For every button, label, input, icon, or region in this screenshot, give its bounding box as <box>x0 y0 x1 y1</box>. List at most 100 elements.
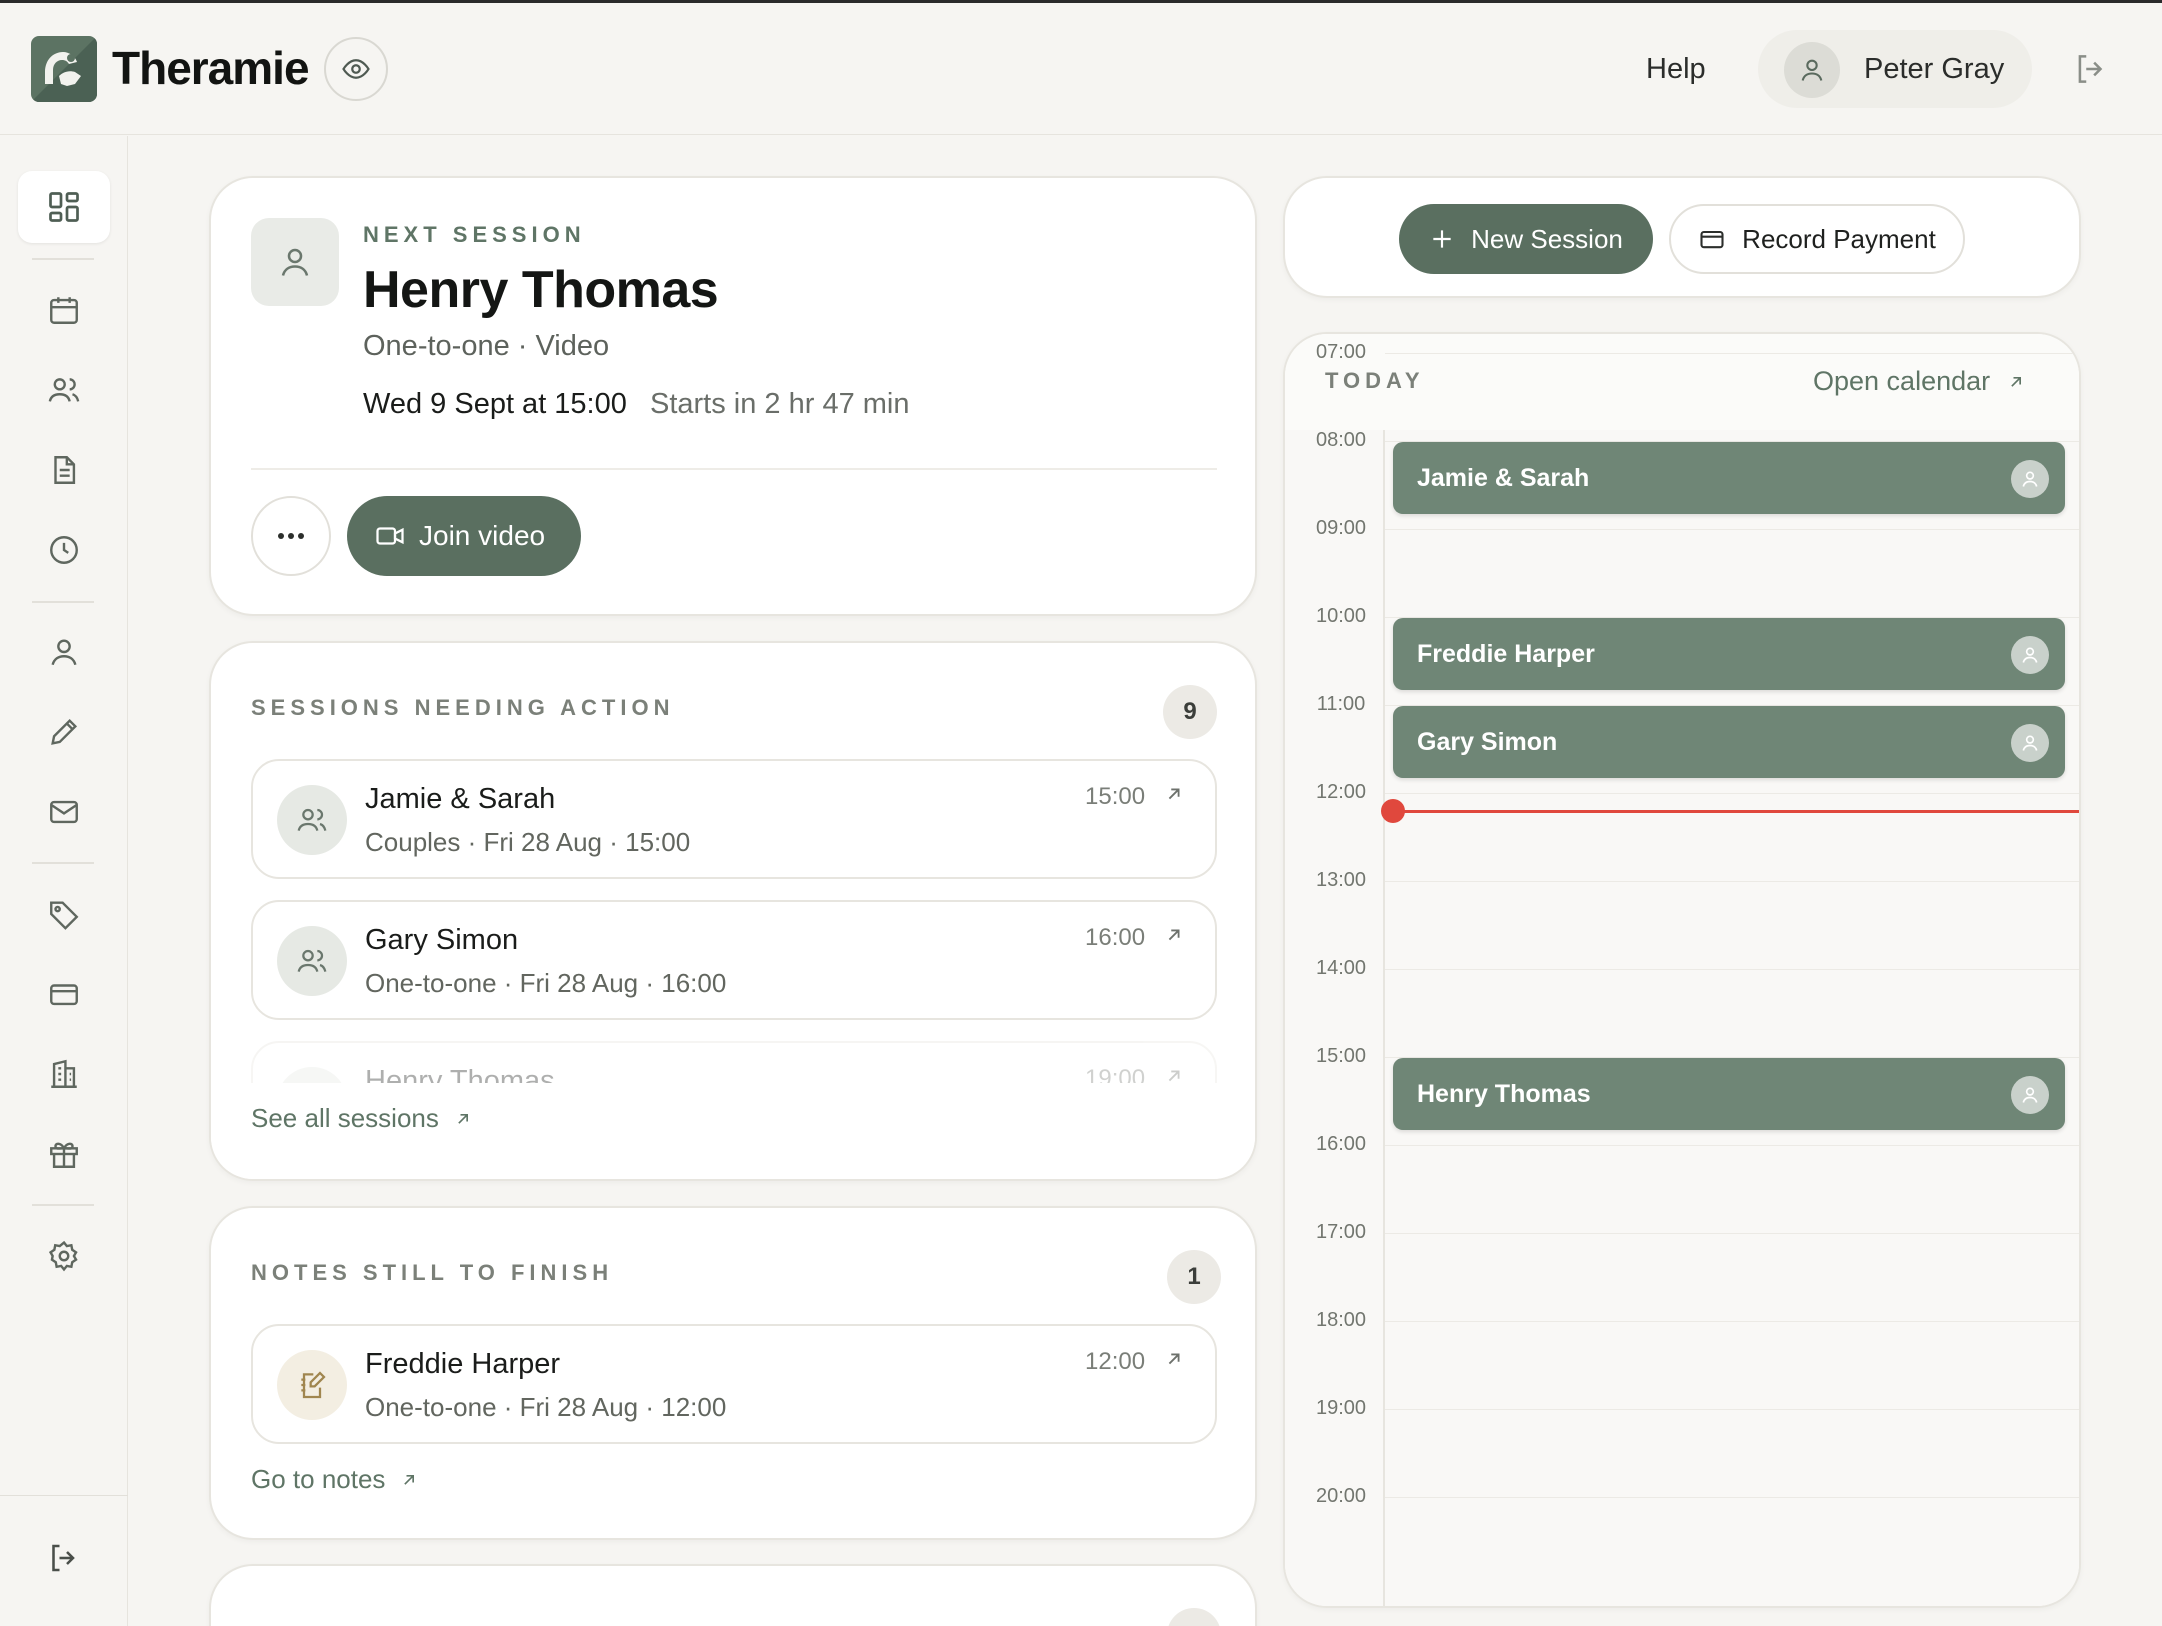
help-link[interactable]: Help <box>1646 53 1706 86</box>
sidebar-item-clients[interactable] <box>18 354 110 426</box>
today-calendar-card: Today Open calendar 07:00 08:00 09:00 10:00… <box>1283 332 2081 1608</box>
link-label: Go to notes <box>251 1464 386 1494</box>
count-badge: 9 <box>1163 685 1217 739</box>
hour-line <box>1385 793 2079 794</box>
sidebar-item-settings[interactable] <box>18 1220 110 1292</box>
hour-line <box>1385 1233 2079 1234</box>
calendar-event[interactable]: Henry Thomas <box>1393 1058 2065 1130</box>
join-video-button[interactable]: Join video <box>347 496 581 576</box>
pencil-icon <box>51 718 78 745</box>
hour-label: 14:00 <box>1315 957 1367 979</box>
hour-label: 16:00 <box>1315 1133 1367 1155</box>
eye-icon <box>342 59 370 79</box>
dashboard-icon <box>49 192 79 222</box>
gift-icon <box>50 1142 78 1168</box>
user-icon <box>2011 636 2049 674</box>
arrow-up-right-icon <box>458 1113 468 1124</box>
next-session-card: Next Session Henry Thomas One-to-one · V… <box>209 176 1257 616</box>
record-payment-label: Record Payment <box>1742 223 1936 254</box>
calendar-grid[interactable]: 07:00 08:00 09:00 10:00 11:00 12:00 13:00 14:00… <box>1285 341 2079 1606</box>
document-icon <box>54 456 76 484</box>
event-title: Gary Simon <box>1417 727 1558 756</box>
credit-card-icon <box>1700 230 1724 249</box>
sessions-needing-action-card: Sessions Needing Action 9 Jamie & Sarah … <box>209 641 1257 1181</box>
avatar <box>277 926 347 996</box>
hour-label: 19:00 <box>1315 1397 1367 1419</box>
next-session-countdown: Starts in 2 hr 47 min <box>650 388 910 420</box>
sidebar-item-practice[interactable] <box>18 1038 110 1110</box>
sidebar-item-calendar[interactable] <box>18 274 110 346</box>
notebook-pen-icon <box>301 1371 326 1399</box>
logout-button[interactable] <box>2072 50 2110 93</box>
next-session-label: Next Session <box>363 222 586 247</box>
user-icon <box>2011 1076 2049 1114</box>
event-title: Freddie Harper <box>1417 639 1595 668</box>
hour-line <box>1385 881 2079 882</box>
calendar-icon <box>50 297 78 324</box>
hour-label: 10:00 <box>1315 605 1367 627</box>
new-session-label: New Session <box>1471 223 1623 254</box>
notes-to-finish-card: Notes Still To Finish 1 Freddie Harper O… <box>209 1206 1257 1540</box>
current-time-dot <box>1381 798 1405 823</box>
session-time: 15:00 <box>1085 783 1146 810</box>
calendar-event[interactable]: Jamie & Sarah <box>1393 442 2065 514</box>
open-calendar-link[interactable]: Open calendar <box>1813 366 2026 397</box>
hour-line <box>1385 969 2079 970</box>
list-item[interactable]: Jamie & Sarah Couples · Fri 28 Aug · 15:… <box>251 759 1217 879</box>
user-menu-button[interactable]: Peter Gray <box>1758 30 2032 108</box>
sidebar-divider <box>32 258 94 260</box>
more-horizontal-icon <box>278 533 304 539</box>
user-icon <box>1801 59 1823 81</box>
hour-line <box>1385 1409 2079 1410</box>
list-item[interactable]: Gary Simon One-to-one · Fri 28 Aug · 16:… <box>251 900 1217 1020</box>
top-bar: Theramie Help Peter Gray <box>0 3 2162 135</box>
go-to-notes-link[interactable]: Go to notes <box>251 1464 419 1495</box>
calendar-event[interactable]: Gary Simon <box>1393 706 2065 778</box>
calendar-event[interactable]: Freddie Harper <box>1393 618 2065 690</box>
hour-line <box>1385 529 2079 530</box>
settings-icon <box>48 1240 78 1272</box>
sidebar-item-messages[interactable] <box>18 776 110 848</box>
building-icon <box>51 1059 77 1088</box>
sidebar-divider <box>32 1204 94 1206</box>
sidebar-item-tags[interactable] <box>18 878 110 950</box>
hour-label: 17:00 <box>1315 1221 1367 1243</box>
avatar <box>1784 42 1840 98</box>
hour-label: 12:00 <box>1315 781 1367 803</box>
next-session-type: One-to-one · Video <box>363 330 610 362</box>
new-session-button[interactable]: New Session <box>1399 204 1653 274</box>
sidebar-divider <box>32 862 94 864</box>
sidebar-item-referrals[interactable] <box>18 1118 110 1190</box>
more-options-button[interactable] <box>251 496 331 576</box>
preview-toggle-button[interactable] <box>324 37 388 101</box>
divider <box>251 468 1217 470</box>
group-icon <box>297 949 327 972</box>
hour-label: 08:00 <box>1315 429 1367 451</box>
sidebar-item-edit[interactable] <box>18 696 110 768</box>
client-name: Gary Simon <box>365 924 519 956</box>
next-session-client[interactable]: Henry Thomas <box>363 260 719 320</box>
user-icon <box>281 248 309 276</box>
sidebar-item-payments[interactable] <box>18 958 110 1030</box>
section-title: Sessions Needing Action <box>251 695 675 720</box>
sidebar-item-notes[interactable] <box>18 434 110 506</box>
sidebar-item-history[interactable] <box>18 514 110 586</box>
sidebar-divider <box>32 601 94 603</box>
list-item[interactable]: Freddie Harper One-to-one · Fri 28 Aug ·… <box>251 1324 1217 1444</box>
clock-icon <box>50 536 78 564</box>
record-payment-button[interactable]: Record Payment <box>1669 204 1965 274</box>
avatar <box>251 218 339 306</box>
sidebar-item-profile[interactable] <box>18 616 110 688</box>
hour-label: 20:00 <box>1315 1485 1367 1507</box>
hour-line <box>1385 1145 2079 1146</box>
user-icon <box>2011 724 2049 762</box>
see-all-sessions-link[interactable]: See all sessions <box>251 1103 473 1134</box>
hour-label: 11:00 <box>1316 693 1366 715</box>
sidebar-item-logout[interactable] <box>18 1522 110 1594</box>
sidebar-item-dashboard[interactable] <box>18 171 110 243</box>
sidebar-divider <box>0 1495 128 1496</box>
arrow-up-right-icon <box>1168 1353 1180 1365</box>
theramie-logo-icon[interactable] <box>31 36 97 102</box>
hour-label: 18:00 <box>1315 1309 1367 1331</box>
calendar-header: Today Open calendar <box>1285 334 2079 430</box>
